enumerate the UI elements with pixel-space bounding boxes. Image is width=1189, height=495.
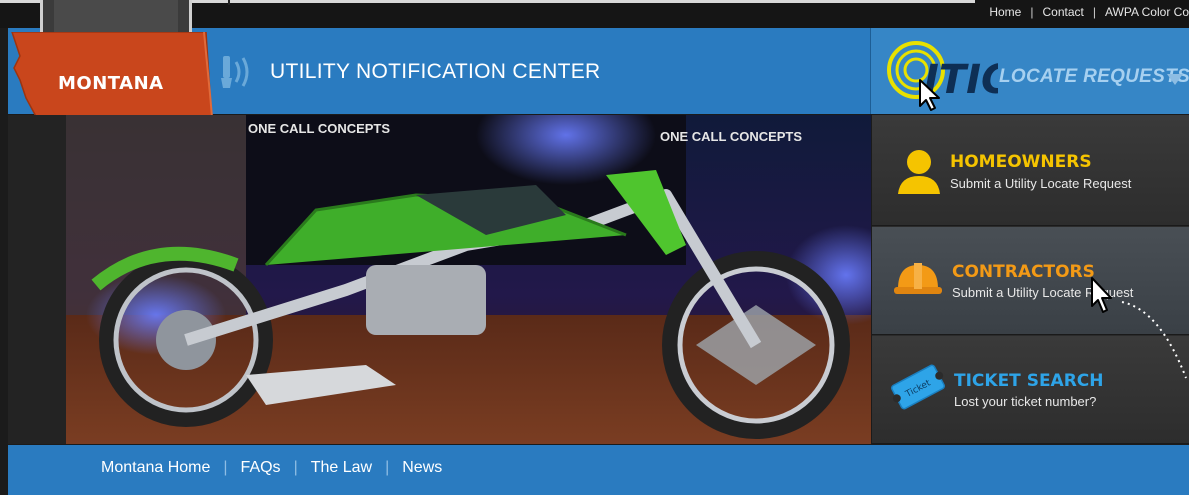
page-title: UTILITY NOTIFICATION CENTER: [270, 60, 601, 83]
nav-link-montana-home[interactable]: Montana Home: [101, 459, 210, 476]
top-strip-divider: [228, 0, 230, 5]
motorcycle-photo-icon: ONE CALL CONCEPTS ONE CALL CONCEPTS: [66, 115, 871, 444]
locate-requests-label[interactable]: LOCATE REQUESTS: [999, 66, 1189, 88]
banner-text-left: ONE CALL CONCEPTS: [248, 121, 390, 136]
nav-link-the-law[interactable]: The Law: [311, 459, 372, 476]
homeowners-title[interactable]: HOMEOWNERS: [950, 152, 1092, 172]
bottom-nav-links: Montana Home | FAQs | The Law | News: [101, 459, 442, 477]
nav-separator: |: [223, 459, 228, 476]
bottom-nav-left-cap: [8, 445, 66, 495]
dotted-path-annotation: [1121, 301, 1187, 379]
banner-text-right: ONE CALL CONCEPTS: [660, 129, 802, 144]
hardhat-icon: [894, 263, 942, 294]
ticket-search-title[interactable]: TICKET SEARCH: [954, 371, 1104, 391]
ticket-icon: Ticket: [891, 364, 945, 410]
hero-image: ONE CALL CONCEPTS ONE CALL CONCEPTS: [66, 115, 871, 444]
homeowners-link[interactable]: HOMEOWNERS Submit a Utility Locate Reque…: [872, 115, 1189, 226]
state-badge-label[interactable]: MONTANA: [58, 73, 164, 94]
person-icon: [898, 150, 940, 194]
top-link-awpa[interactable]: AWPA Color Co: [1105, 5, 1189, 19]
signal-shovel-icon: [221, 56, 249, 88]
top-links: Home | Contact | AWPA Color Co: [989, 5, 1189, 21]
nav-separator: |: [385, 459, 390, 476]
chevron-down-icon[interactable]: [1166, 72, 1184, 86]
mouse-pointer-icon: [1091, 277, 1112, 313]
nav-separator: |: [293, 459, 298, 476]
mouse-pointer-icon: [919, 79, 940, 111]
top-link-separator: |: [1092, 5, 1096, 19]
left-gutter: [8, 115, 66, 444]
nav-link-news[interactable]: News: [402, 459, 442, 476]
top-link-separator: |: [1030, 5, 1034, 19]
homeowners-subtitle: Submit a Utility Locate Request: [950, 176, 1132, 191]
nav-link-faqs[interactable]: FAQs: [241, 459, 281, 476]
contractors-title[interactable]: CONTRACTORS: [952, 262, 1095, 282]
ticket-search-subtitle: Lost your ticket number?: [954, 394, 1097, 409]
top-link-contact[interactable]: Contact: [1042, 5, 1083, 19]
top-link-home[interactable]: Home: [989, 5, 1021, 19]
